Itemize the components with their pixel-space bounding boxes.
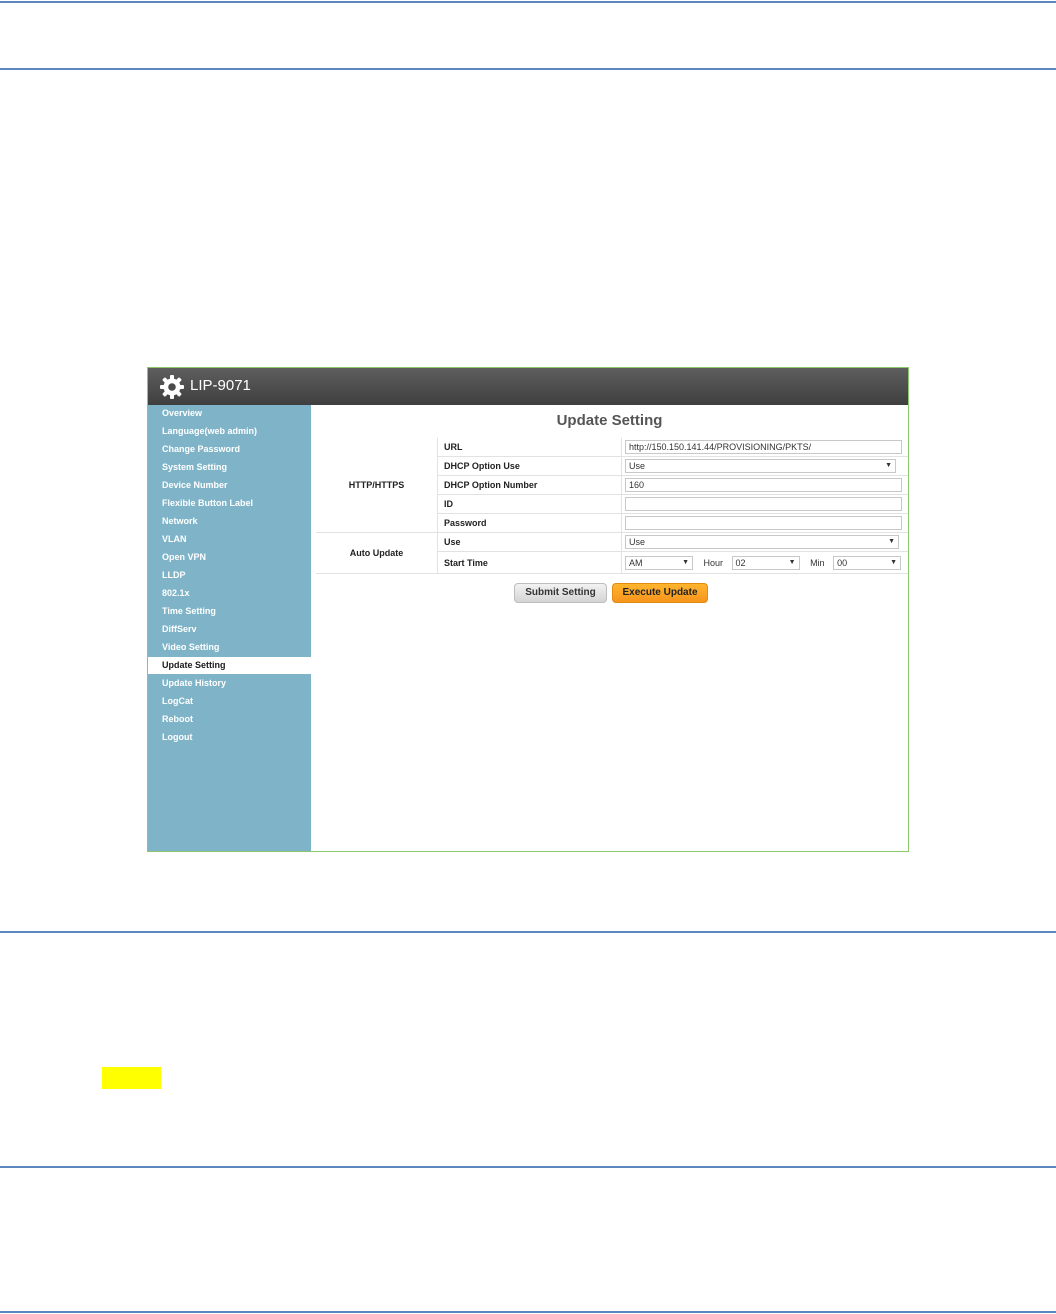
sidebar-item-flexible-button-label[interactable]: Flexible Button Label — [148, 495, 311, 512]
sidebar-item-device-number[interactable]: Device Number — [148, 477, 311, 494]
ampm-value: AM — [629, 557, 643, 568]
group-label-auto-update: Auto Update — [316, 532, 438, 574]
sidebar-item-update-setting[interactable]: Update Setting — [148, 657, 311, 674]
sidebar-item-lldp[interactable]: LLDP — [148, 567, 311, 584]
password-input[interactable] — [625, 516, 902, 530]
id-input[interactable] — [625, 497, 902, 511]
main-content: Update Setting HTTP/HTTPS URL DHCP Optio… — [311, 405, 908, 851]
sidebar-item-open-vpn[interactable]: Open VPN — [148, 549, 311, 566]
dhcp-option-use-select[interactable]: Use ▼ — [625, 459, 896, 473]
execute-update-button[interactable]: Execute Update — [612, 583, 708, 603]
submit-setting-button[interactable]: Submit Setting — [514, 583, 607, 603]
sidebar-item-diffserv[interactable]: DiffServ — [148, 621, 311, 638]
app-title: LIP-9071 — [190, 377, 251, 394]
min-select[interactable]: 00 ▼ — [833, 555, 902, 570]
page-rule-top — [0, 1, 1056, 3]
sidebar-item-overview[interactable]: Overview — [148, 405, 311, 422]
id-label: ID — [437, 494, 622, 514]
ampm-select[interactable]: AM ▼ — [625, 555, 693, 570]
chevron-down-icon: ▼ — [788, 558, 796, 566]
group-label-http: HTTP/HTTPS — [316, 438, 438, 533]
auto-update-use-value: Use — [629, 537, 646, 547]
page-rule-lower — [0, 1166, 1056, 1168]
table-row: Auto Update Use Use ▼ — [316, 532, 908, 574]
min-value: 00 — [837, 557, 848, 568]
auto-update-use-label: Use — [437, 532, 622, 552]
sidebar-item-system-setting[interactable]: System Setting — [148, 459, 311, 476]
min-label: Min — [810, 557, 825, 568]
sidebar-item-logcat[interactable]: LogCat — [148, 693, 311, 710]
chevron-down-icon: ▼ — [888, 538, 895, 545]
page-rule-bottom — [0, 1311, 1056, 1313]
chevron-down-icon: ▼ — [885, 462, 892, 469]
url-input[interactable] — [625, 440, 902, 454]
sidebar-item-logout[interactable]: Logout — [148, 729, 311, 746]
page-rule-middle — [0, 931, 1056, 933]
sidebar-item-vlan[interactable]: VLAN — [148, 531, 311, 548]
start-time-label: Start Time — [437, 551, 622, 574]
sidebar-item-time-setting[interactable]: Time Setting — [148, 603, 311, 620]
dhcp-option-use-value: Use — [629, 461, 646, 471]
top-bar: LIP-9071 — [148, 368, 908, 405]
dhcp-option-number-label: DHCP Option Number — [437, 475, 622, 495]
sidebar-item-update-history[interactable]: Update History — [148, 675, 311, 692]
highlight-mark — [102, 1067, 161, 1089]
sidebar-item-video-setting[interactable]: Video Setting — [148, 639, 311, 656]
sidebar-item-reboot[interactable]: Reboot — [148, 711, 311, 728]
chevron-down-icon: ▼ — [682, 558, 689, 566]
dhcp-option-number-input[interactable] — [625, 478, 902, 492]
table-row: HTTP/HTTPS URL — [316, 438, 908, 533]
hour-value: 02 — [735, 557, 746, 568]
settings-table: HTTP/HTTPS URL DHCP Option Use Use ▼ DHC… — [316, 438, 908, 574]
sidebar: Overview Language(web admin) Change Pass… — [148, 405, 311, 851]
hour-label: Hour — [703, 557, 724, 568]
password-label: Password — [437, 513, 622, 533]
dhcp-option-use-label: DHCP Option Use — [437, 456, 622, 476]
auto-update-use-select[interactable]: Use ▼ — [625, 535, 899, 549]
url-label: URL — [437, 438, 622, 457]
hour-select[interactable]: 02 ▼ — [731, 555, 800, 570]
sidebar-item-network[interactable]: Network — [148, 513, 311, 530]
sidebar-item-8021x[interactable]: 802.1x — [148, 585, 311, 602]
sidebar-item-change-password[interactable]: Change Password — [148, 441, 311, 458]
sidebar-item-language[interactable]: Language(web admin) — [148, 423, 311, 440]
screenshot-frame: LIP-9071 Overview Language(web admin) Ch… — [147, 367, 909, 852]
page-rule-header — [0, 68, 1056, 70]
page-title: Update Setting — [556, 412, 663, 429]
chevron-down-icon: ▼ — [890, 558, 898, 566]
gear-icon — [160, 375, 184, 399]
